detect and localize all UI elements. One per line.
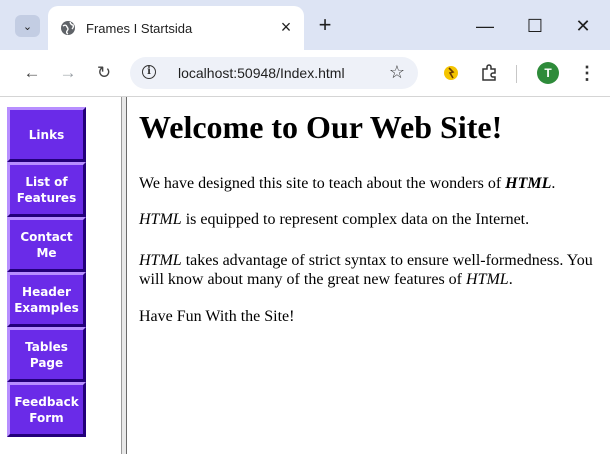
- html-emphasis: HTML: [505, 175, 552, 192]
- browser-toolbar: ← → ↻ i localhost:50948/Index.html ☆ T ⋮: [0, 50, 610, 96]
- back-button[interactable]: ←: [20, 61, 44, 85]
- nav-button-links[interactable]: Links: [7, 107, 86, 162]
- new-tab-button[interactable]: +: [313, 14, 337, 38]
- puzzle-icon[interactable]: [478, 62, 500, 84]
- html-emphasis: HTML: [466, 271, 509, 288]
- intro-text: We have designed this site to teach abou…: [139, 175, 506, 192]
- strict-syntax-end: .: [508, 271, 513, 288]
- info-icon[interactable]: i: [142, 65, 156, 79]
- menu-icon[interactable]: ⋮: [577, 62, 597, 84]
- tab-strip: ⌄ Frames I Startsida × + — ☐ ✕: [0, 0, 610, 50]
- paragraph-complex-data: HTML is equipped to represent complex da…: [139, 210, 607, 229]
- nav-button-header-examples[interactable]: Header Examples: [7, 272, 86, 327]
- nav-button-tables-page[interactable]: Tables Page: [7, 327, 86, 382]
- active-tab[interactable]: Frames I Startsida ×: [48, 6, 304, 50]
- extension-icon[interactable]: [440, 62, 462, 84]
- paragraph-strict-syntax: HTML takes advantage of strict syntax to…: [139, 251, 607, 289]
- star-icon[interactable]: ☆: [386, 61, 408, 83]
- reload-button[interactable]: ↻: [92, 61, 116, 85]
- nav-button-list-of-features[interactable]: List of Features: [7, 162, 86, 217]
- url-text[interactable]: localhost:50948/Index.html: [178, 65, 345, 81]
- globe-icon: [61, 21, 75, 35]
- tab-title: Frames I Startsida: [86, 21, 193, 36]
- navigation-frame: Links List of Features Contact Me Header…: [0, 97, 121, 454]
- complex-data-text: is equipped to represent complex data on…: [181, 211, 530, 228]
- strict-syntax-text: takes advantage of strict syntax to ensu…: [139, 252, 593, 288]
- content-frame: Welcome to Our Web Site! We have designe…: [127, 97, 610, 454]
- nav-button-feedback-form[interactable]: Feedback Form: [7, 382, 86, 437]
- maximize-button[interactable]: ☐: [520, 14, 550, 38]
- nav-button-contact-me[interactable]: Contact Me: [7, 217, 86, 272]
- paragraph-intro: We have designed this site to teach abou…: [139, 174, 607, 193]
- page-heading: Welcome to Our Web Site!: [139, 109, 503, 145]
- minimize-button[interactable]: —: [470, 14, 500, 38]
- intro-end: .: [551, 175, 556, 192]
- html-emphasis: HTML: [139, 211, 182, 228]
- toolbar-separator: [516, 65, 517, 83]
- tab-search-icon[interactable]: ⌄: [15, 15, 40, 37]
- address-bar[interactable]: i localhost:50948/Index.html ☆: [130, 57, 418, 89]
- forward-button[interactable]: →: [56, 61, 80, 85]
- paragraph-have-fun: Have Fun With the Site!: [139, 308, 295, 325]
- avatar[interactable]: T: [537, 62, 559, 84]
- close-window-button[interactable]: ✕: [568, 14, 598, 38]
- html-emphasis: HTML: [139, 252, 182, 269]
- tab-close-icon[interactable]: ×: [275, 16, 297, 38]
